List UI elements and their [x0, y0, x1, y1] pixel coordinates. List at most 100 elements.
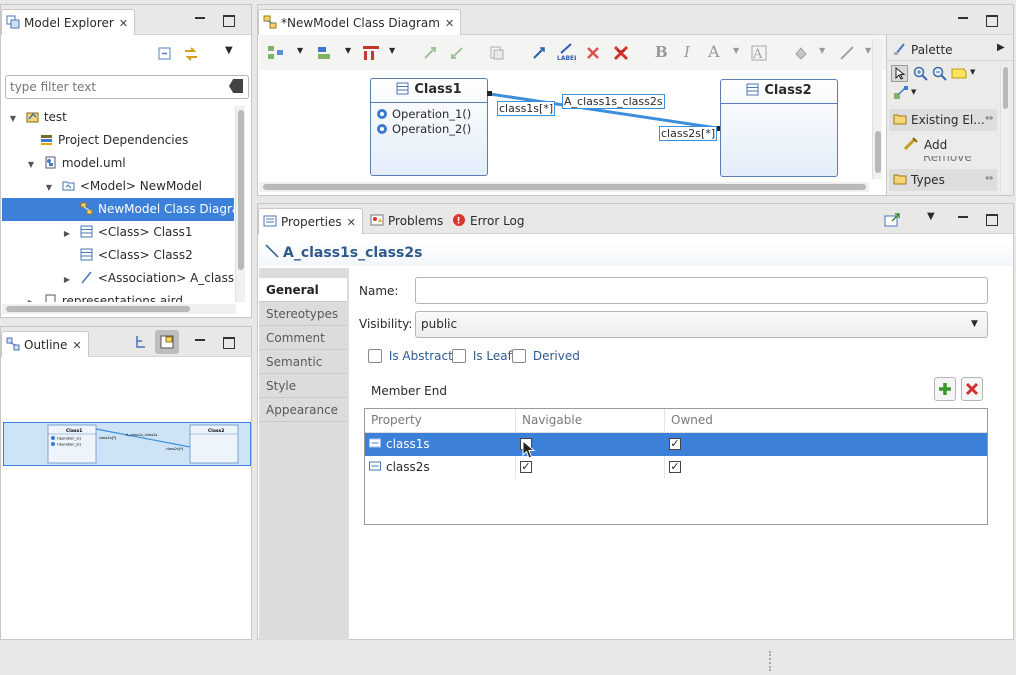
palette-drawer-existing-elements[interactable]: Existing El... ⇔ — [889, 109, 997, 131]
font-color-dropdown-icon[interactable]: ▼ — [733, 46, 739, 55]
palette-drawer-types[interactable]: Types ⇔ — [889, 169, 997, 191]
collapse-all-icon[interactable] — [158, 47, 172, 61]
canvas-horizontal-scrollbar[interactable] — [259, 182, 869, 192]
line-color-icon[interactable] — [839, 45, 855, 61]
outline-viewport[interactable]: Class1 Class2 Operation_1() Operation_2(… — [3, 422, 251, 466]
arrange-icon[interactable] — [267, 45, 285, 61]
distribute-icon[interactable] — [362, 45, 380, 61]
tab-model-explorer[interactable]: Model Explorer ✕ — [1, 9, 136, 35]
association-end2-label[interactable]: class2s[*] — [659, 126, 718, 141]
expand-toggle-icon[interactable]: ▶ — [26, 298, 36, 302]
is-abstract-checkbox[interactable] — [368, 349, 382, 363]
outline-tree-view-icon[interactable] — [134, 335, 148, 349]
link-with-editor-icon[interactable] — [183, 46, 199, 62]
maximize-button[interactable] — [984, 13, 998, 27]
fill-color-dropdown-icon[interactable]: ▼ — [819, 46, 825, 55]
pin-icon[interactable] — [422, 45, 438, 61]
tree-vertical-scrollbar[interactable] — [235, 106, 245, 302]
zoom-in-icon[interactable] — [913, 66, 928, 81]
fill-color-icon[interactable] — [793, 45, 809, 61]
bold-icon[interactable]: B — [655, 43, 668, 61]
connection-dropdown-icon[interactable]: ▼ — [911, 88, 916, 96]
tree-horizontal-scrollbar[interactable] — [2, 304, 236, 314]
note-tool-icon[interactable] — [951, 66, 967, 81]
scrollbar-thumb[interactable] — [6, 306, 190, 312]
expand-toggle-icon[interactable]: ▼ — [8, 114, 18, 123]
name-field[interactable] — [415, 277, 988, 304]
visibility-select[interactable]: public ▼ — [415, 311, 988, 338]
view-menu-icon[interactable]: ▼ — [225, 45, 233, 56]
section-tab-appearance[interactable]: Appearance — [259, 398, 347, 422]
table-row[interactable]: class2s ✓ ✓ — [365, 456, 987, 479]
palette-scrollbar[interactable] — [1000, 65, 1009, 193]
palette-item-add[interactable]: Add — [903, 133, 997, 155]
font-color-icon[interactable]: A — [708, 42, 720, 61]
maximize-button[interactable] — [221, 13, 235, 27]
align-icon[interactable] — [317, 45, 335, 61]
minimize-button[interactable] — [956, 212, 970, 226]
scrollbar-thumb[interactable] — [238, 110, 244, 270]
minimize-button[interactable] — [193, 335, 207, 349]
tab-error-log[interactable]: ! Error Log — [448, 208, 531, 234]
table-row[interactable]: class1s ✓ — [365, 433, 987, 459]
section-tab-stereotypes[interactable]: Stereotypes — [259, 302, 347, 326]
tree-item-class-diagram[interactable]: NewModel Class Diagram — [2, 198, 234, 221]
association-name-label[interactable]: A_class1s_class2s — [562, 94, 665, 109]
abstract-checkbox-row[interactable]: Is Abstract — [368, 349, 453, 363]
hide-label-icon[interactable]: LABEL — [556, 43, 576, 61]
section-tab-style[interactable]: Style — [259, 374, 347, 398]
section-tab-general[interactable]: General — [259, 278, 347, 302]
distribute-dropdown-icon[interactable]: ▼ — [389, 46, 395, 55]
section-tab-comment[interactable]: Comment — [259, 326, 347, 350]
tree-item-model-newmodel[interactable]: ▼ <Model> NewModel — [2, 175, 234, 198]
remove-member-end-button[interactable] — [961, 377, 983, 401]
derived-checkbox[interactable] — [512, 349, 526, 363]
delete-from-diagram-icon[interactable] — [585, 45, 601, 61]
tab-problems[interactable]: Problems — [366, 208, 449, 234]
tree-item-class2[interactable]: <Class> Class2 — [2, 244, 234, 267]
tree-item-representations[interactable]: ▶ representations.aird — [2, 290, 234, 302]
owned-checkbox[interactable]: ✓ — [669, 461, 681, 473]
arrange-dropdown-icon[interactable]: ▼ — [297, 46, 303, 55]
tree-item-project-dependencies[interactable]: Project Dependencies — [2, 129, 234, 152]
clear-filter-icon[interactable] — [229, 79, 243, 93]
unpin-icon[interactable] — [449, 45, 465, 61]
hide-element-icon[interactable] — [531, 45, 547, 61]
palette-collapse-icon[interactable]: ▶ — [997, 42, 1005, 53]
palette-item-remove[interactable]: Remove — [903, 156, 997, 164]
owned-checkbox[interactable]: ✓ — [669, 438, 681, 450]
navigable-checkbox[interactable]: ✓ — [520, 461, 532, 473]
leaf-checkbox-row[interactable]: Is Leaf — [452, 349, 512, 363]
maximize-button[interactable] — [221, 335, 235, 349]
note-dropdown-icon[interactable]: ▼ — [970, 68, 975, 76]
filter-input[interactable] — [10, 77, 220, 97]
scrollbar-thumb[interactable] — [1003, 67, 1008, 109]
pin-drawer-icon[interactable]: ⇔ — [985, 173, 993, 184]
derived-checkbox-row[interactable]: Derived — [512, 349, 580, 363]
tree-item-test[interactable]: ▼ test — [2, 106, 234, 129]
tree-item-class1[interactable]: ▶ <Class> Class1 — [2, 221, 234, 244]
column-header-owned[interactable]: Owned — [671, 409, 713, 432]
section-tab-semantic[interactable]: Semantic — [259, 350, 347, 374]
close-icon[interactable]: ✕ — [119, 17, 128, 30]
expand-toggle-icon[interactable]: ▼ — [44, 183, 54, 192]
delete-from-model-icon[interactable] — [612, 44, 630, 62]
align-dropdown-icon[interactable]: ▼ — [345, 46, 351, 55]
line-color-dropdown-icon[interactable]: ▼ — [865, 46, 871, 55]
minimize-button[interactable] — [193, 13, 207, 27]
view-menu-icon[interactable]: ▼ — [927, 211, 935, 222]
pin-drawer-icon[interactable]: ⇔ — [985, 113, 993, 124]
tab-class-diagram[interactable]: *NewModel Class Diagram ✕ — [258, 9, 462, 35]
connection-tool-icon[interactable] — [893, 85, 909, 100]
close-icon[interactable]: ✕ — [445, 17, 454, 30]
expand-toggle-icon[interactable]: ▶ — [62, 275, 72, 284]
clear-format-icon[interactable]: A — [751, 45, 767, 61]
expand-toggle-icon[interactable]: ▼ — [26, 160, 36, 169]
maximize-button[interactable] — [984, 212, 998, 226]
close-icon[interactable]: ✕ — [347, 216, 356, 229]
tab-properties[interactable]: Properties ✕ — [258, 208, 363, 234]
scrollbar-thumb[interactable] — [875, 131, 881, 173]
tree-item-association[interactable]: ▶ <Association> A_class1s_ — [2, 267, 234, 290]
zoom-out-icon[interactable] — [932, 66, 947, 81]
column-header-property[interactable]: Property — [371, 409, 422, 432]
